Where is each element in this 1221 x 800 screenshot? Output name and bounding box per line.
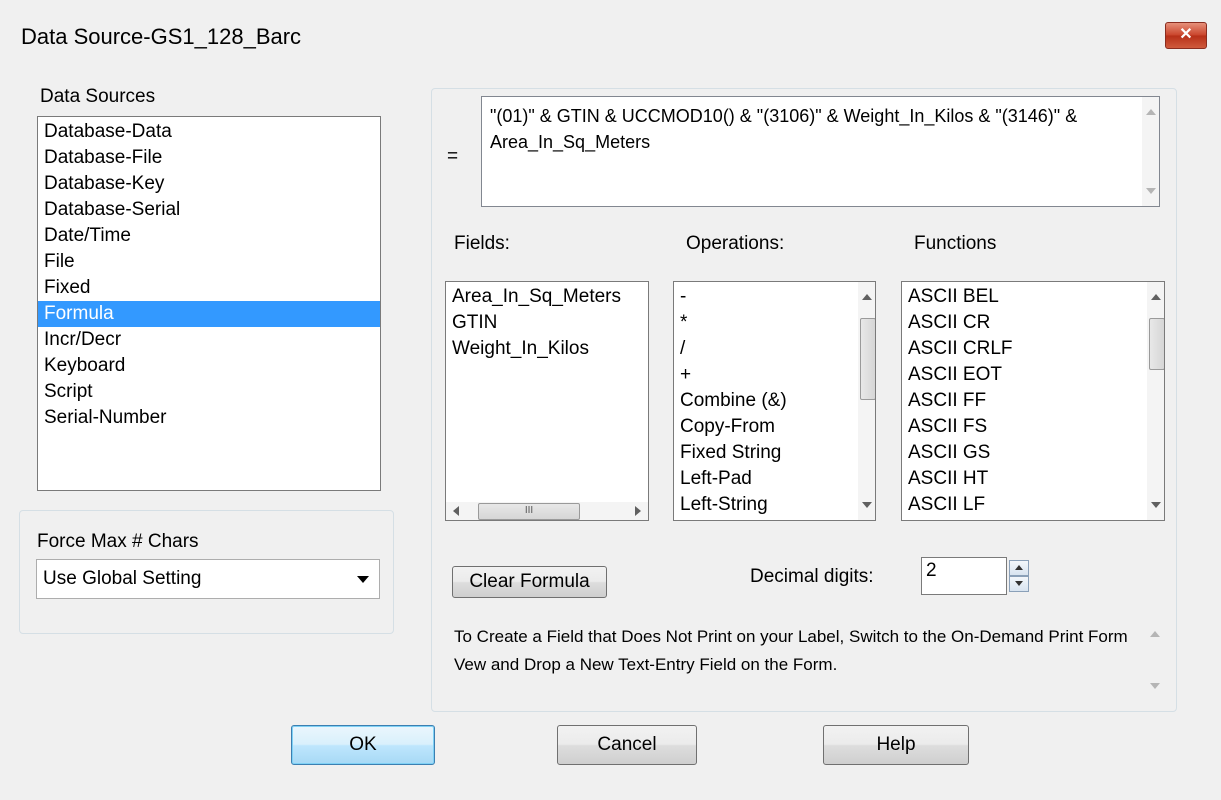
data-source-item[interactable]: Keyboard — [38, 353, 380, 379]
field-item[interactable]: GTIN — [446, 310, 648, 336]
spinner-up-button[interactable] — [1009, 560, 1029, 576]
data-source-item[interactable]: Database-Key — [38, 171, 380, 197]
function-item[interactable]: ASCII CRLF — [902, 336, 1164, 362]
operation-item[interactable]: Copy-From — [674, 414, 875, 440]
data-source-item[interactable]: Incr/Decr — [38, 327, 380, 353]
operation-item[interactable]: Left-String — [674, 492, 875, 518]
force-max-label: Force Max # Chars — [37, 531, 199, 552]
help-button[interactable]: Help — [823, 725, 969, 765]
data-source-item[interactable]: Database-File — [38, 145, 380, 171]
title-bar: Data Source-GS1_128_Barc ✕ — [0, 0, 1221, 78]
data-source-item[interactable]: Database-Serial — [38, 197, 380, 223]
data-source-item[interactable]: Database-Data — [38, 119, 380, 145]
equals-sign: = — [447, 146, 459, 167]
data-source-item[interactable]: Serial-Number — [38, 405, 380, 431]
scroll-down-icon[interactable] — [1151, 502, 1161, 508]
function-item[interactable]: ASCII HT — [902, 466, 1164, 492]
operation-item[interactable]: Left-Pad — [674, 466, 875, 492]
data-source-item[interactable]: Script — [38, 379, 380, 405]
fields-label: Fields: — [454, 233, 510, 254]
functions-scrollbar[interactable] — [1147, 282, 1164, 520]
scroll-up-icon[interactable] — [1150, 631, 1160, 637]
functions-list[interactable]: ASCII BEL ASCII CR ASCII CRLF ASCII EOT ASCI… — [901, 281, 1165, 521]
scroll-down-icon[interactable] — [1150, 683, 1160, 689]
decimal-digits-input[interactable]: 2 — [921, 557, 1007, 595]
data-source-item[interactable]: Date/Time — [38, 223, 380, 249]
function-item[interactable]: ASCII FS — [902, 414, 1164, 440]
formula-input[interactable]: "(01)" & GTIN & UCCMOD10() & "(3106)" & … — [481, 96, 1160, 207]
close-icon: ✕ — [1179, 26, 1193, 43]
formula-scrollbar[interactable] — [1142, 97, 1159, 206]
function-item[interactable]: ASCII CR — [902, 310, 1164, 336]
help-text: To Create a Field that Does Not Print on… — [454, 627, 1128, 674]
scroll-right-icon[interactable] — [635, 506, 641, 516]
scroll-thumb[interactable] — [860, 318, 875, 400]
spinner-down-button[interactable] — [1009, 576, 1029, 592]
data-sources-label: Data Sources — [40, 86, 156, 107]
scroll-up-icon[interactable] — [1146, 109, 1156, 115]
ok-button[interactable]: OK — [291, 725, 435, 765]
data-source-item[interactable]: Fixed — [38, 275, 380, 301]
arrow-up-icon — [1015, 565, 1023, 570]
field-item[interactable]: Area_In_Sq_Meters — [446, 284, 648, 310]
data-source-item[interactable]: File — [38, 249, 380, 275]
arrow-down-icon — [1015, 581, 1023, 586]
function-item[interactable]: ASCII EOT — [902, 362, 1164, 388]
scroll-up-icon[interactable] — [862, 294, 872, 300]
operations-label: Operations: — [686, 233, 785, 254]
operation-item[interactable]: / — [674, 336, 875, 362]
help-text-area: To Create a Field that Does Not Print on… — [454, 619, 1163, 701]
function-item[interactable]: ASCII LF — [902, 492, 1164, 518]
clear-formula-button[interactable]: Clear Formula — [452, 566, 607, 598]
function-item[interactable]: ASCII BEL — [902, 284, 1164, 310]
chevron-down-icon — [357, 576, 369, 583]
function-item[interactable]: ASCII GS — [902, 440, 1164, 466]
data-source-item[interactable]: Formula — [38, 301, 380, 327]
operations-list[interactable]: - * / + Combine (&) Copy-From Fixed String Left… — [673, 281, 876, 521]
formula-text: "(01)" & GTIN & UCCMOD10() & "(3106)" & … — [490, 106, 1078, 152]
decimal-digits-label: Decimal digits: — [750, 566, 874, 587]
operation-item[interactable]: Fixed String — [674, 440, 875, 466]
dialog-window: Data Source-GS1_128_Barc ✕ Data Sources … — [0, 0, 1221, 800]
window-title: Data Source-GS1_128_Barc — [21, 24, 302, 49]
scroll-down-icon[interactable] — [1146, 188, 1156, 194]
scroll-thumb[interactable]: III — [478, 503, 580, 520]
decimal-digits-value: 2 — [926, 560, 937, 581]
operation-item[interactable]: Combine (&) — [674, 388, 875, 414]
field-item[interactable]: Weight_In_Kilos — [446, 336, 648, 362]
close-button[interactable]: ✕ — [1165, 22, 1207, 49]
force-max-dropdown[interactable]: Use Global Setting — [36, 559, 380, 599]
fields-hscrollbar[interactable]: III — [446, 502, 648, 520]
operations-scrollbar[interactable] — [858, 282, 875, 520]
operation-item[interactable]: - — [674, 284, 875, 310]
scroll-up-icon[interactable] — [1151, 294, 1161, 300]
decimal-digits-spinner[interactable] — [1009, 560, 1029, 592]
functions-label: Functions — [914, 233, 997, 254]
cancel-button[interactable]: Cancel — [557, 725, 697, 765]
operation-item[interactable]: * — [674, 310, 875, 336]
fields-list[interactable]: Area_In_Sq_Meters GTIN Weight_In_Kilos III — [445, 281, 649, 521]
force-max-value: Use Global Setting — [43, 568, 202, 589]
function-item[interactable]: ASCII FF — [902, 388, 1164, 414]
data-sources-list[interactable]: Database-Data Database-File Database-Key Da… — [37, 116, 381, 491]
operation-item[interactable]: + — [674, 362, 875, 388]
scroll-left-icon[interactable] — [453, 506, 459, 516]
scroll-thumb[interactable] — [1149, 318, 1164, 370]
help-text-scrollbar[interactable] — [1146, 619, 1163, 701]
scroll-down-icon[interactable] — [862, 502, 872, 508]
